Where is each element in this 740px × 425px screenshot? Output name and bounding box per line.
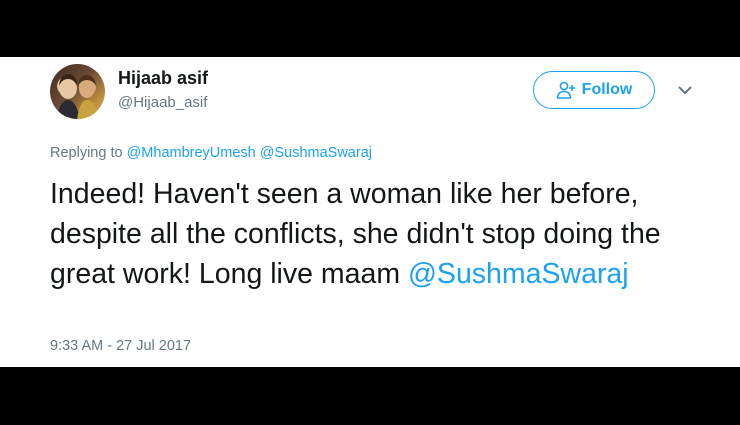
tweet-menu-button[interactable]	[674, 81, 696, 101]
author-handle[interactable]: @Hijaab_asif	[118, 94, 207, 111]
tweet-card: Hijaab asif @Hijaab_asif Follow Replying…	[0, 57, 740, 367]
avatar-photo	[56, 74, 100, 119]
avatar[interactable]	[50, 64, 105, 119]
reply-mention-link[interactable]: @MhambreyUmesh	[127, 145, 256, 161]
follow-button[interactable]: Follow	[533, 71, 655, 109]
replying-prefix: Replying to	[50, 145, 123, 161]
follow-label: Follow	[581, 81, 633, 98]
tweet-text: Indeed! Haven't seen a woman like her be…	[50, 174, 710, 294]
replying-to: Replying to @MhambreyUmesh @SushmaSwaraj	[50, 145, 372, 161]
reply-mention-link[interactable]: @SushmaSwaraj	[260, 145, 372, 161]
add-user-icon	[556, 81, 576, 99]
tweet-timestamp[interactable]: 9:33 AM - 27 Jul 2017	[50, 338, 191, 354]
tweet-mention-link[interactable]: @SushmaSwaraj	[408, 258, 629, 290]
author-name[interactable]: Hijaab asif	[118, 68, 208, 89]
chevron-down-icon	[678, 82, 692, 100]
